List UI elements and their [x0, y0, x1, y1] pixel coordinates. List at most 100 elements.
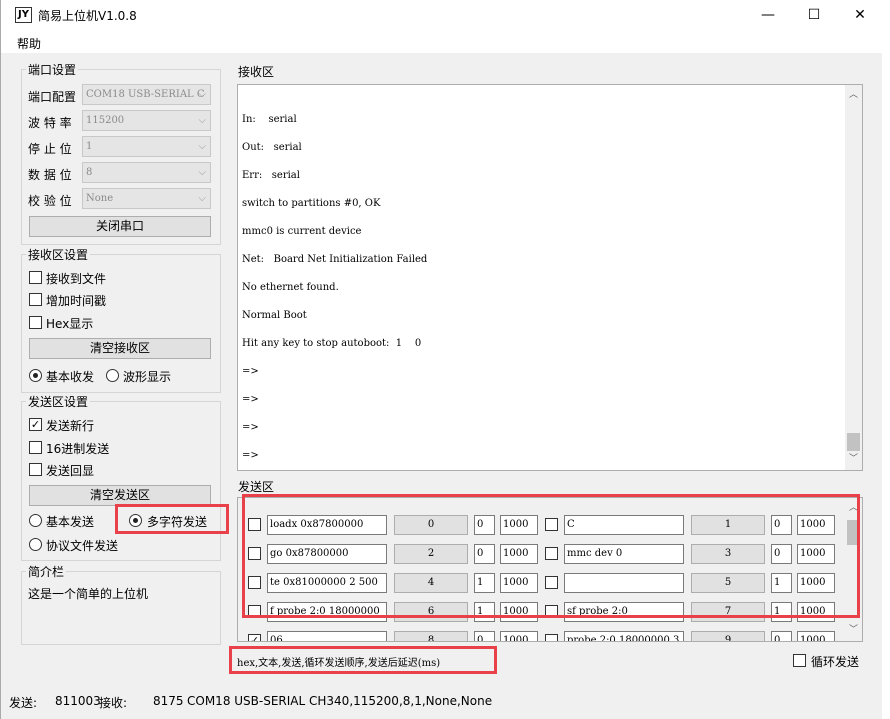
stop-bits-value: 1 [86, 141, 93, 152]
mode-basic-label: 基本收发 [46, 370, 95, 384]
baud-label: 波 特 率 [28, 116, 72, 130]
recv-line: => [242, 422, 259, 433]
highlight-send-rows [242, 494, 860, 618]
hex-send-label: 16进制发送 [46, 442, 110, 456]
recv-line: mmc0 is current device [242, 226, 362, 237]
status-bar: 发送: 811003 接收: 8175 COM18 USB-SERIAL CH3… [1, 689, 883, 719]
mode-wave-radio[interactable] [106, 369, 119, 382]
chevron-down-icon[interactable]: ﹀ [845, 451, 862, 468]
send-item-delay-input[interactable]: 1000 [797, 631, 835, 641]
add-timestamp-checkbox[interactable] [29, 293, 42, 306]
intro-text: 这是一个简单的上位机 [28, 587, 149, 601]
maximize-button[interactable]: ☐ [791, 0, 837, 31]
intro-title: 简介栏 [26, 563, 67, 580]
send-protocol-label: 协议文件发送 [46, 539, 119, 553]
recv-line: => [242, 450, 259, 461]
menu-help[interactable]: 帮助 [17, 35, 41, 52]
data-bits-select[interactable]: 8 ⌵ [82, 162, 211, 183]
mode-basic-radio[interactable] [29, 369, 42, 382]
close-port-button[interactable]: 关闭串口 [29, 216, 211, 237]
chevron-down-icon: ⌵ [198, 115, 206, 126]
send-settings-title: 发送区设置 [26, 393, 91, 410]
send-area-title: 发送区 [238, 480, 275, 494]
recv-to-file-checkbox[interactable] [29, 271, 42, 284]
minimize-button[interactable]: — [745, 0, 791, 31]
port-select-value: COM18 USB-SERIAL C [86, 89, 205, 100]
recv-line: => [242, 366, 259, 377]
highlight-legend [229, 646, 497, 674]
send-protocol-radio[interactable] [29, 538, 42, 551]
recv-textarea[interactable]: In: serial Out: serial Err: serial switch t… [237, 84, 863, 471]
hex-display-checkbox[interactable] [29, 316, 42, 329]
recv-line: No ethernet found. [242, 282, 339, 293]
recv-line: Hit any key to stop autoboot: 1 0 [242, 338, 422, 349]
window-title: 简易上位机V1.0.8 [38, 9, 137, 23]
recv-settings-title: 接收区设置 [26, 246, 91, 263]
send-item-checkbox[interactable] [545, 634, 558, 641]
sent-count: 811003 [55, 694, 101, 708]
recv-line: Normal Boot [242, 310, 307, 321]
chevron-down-icon: ⌵ [198, 141, 206, 152]
recv-scrollbar[interactable]: ︿ ﹀ [845, 85, 862, 470]
hex-send-checkbox[interactable] [29, 441, 42, 454]
hex-display-label: Hex显示 [46, 317, 94, 331]
mode-wave-label: 波形显示 [123, 370, 172, 384]
title-bar: JY 简易上位机V1.0.8 — ☐ ✕ [1, 0, 883, 31]
port-select[interactable]: COM18 USB-SERIAL C ⌵ [82, 84, 211, 105]
parity-value: None [86, 193, 114, 204]
recv-line: => [242, 394, 259, 405]
loop-send-checkbox[interactable] [793, 654, 806, 667]
send-item-delay-input[interactable]: 1000 [500, 631, 538, 641]
recv-label: 接收: [99, 696, 128, 710]
clear-send-button[interactable]: 清空发送区 [29, 485, 211, 506]
recv-line: Net: Board Net Initialization Failed [242, 254, 428, 265]
chevron-down-icon: ⌵ [198, 167, 206, 178]
chevron-up-icon[interactable]: ︿ [845, 87, 862, 104]
recv-area-title: 接收区 [238, 65, 275, 79]
send-item-hex-input[interactable]: 0 [771, 631, 792, 641]
chevron-down-icon: ⌵ [198, 193, 206, 204]
stop-bits-select[interactable]: 1 ⌵ [82, 136, 211, 157]
send-item-input[interactable]: 06 [267, 631, 387, 641]
recv-count: 8175 [153, 694, 184, 708]
recv-scroll-thumb[interactable] [847, 433, 860, 451]
send-newline-checkbox[interactable]: ✓ [29, 418, 42, 431]
stop-bits-label: 停 止 位 [28, 142, 72, 156]
parity-select[interactable]: None ⌵ [82, 188, 211, 209]
baud-select-value: 115200 [86, 115, 125, 126]
data-bits-value: 8 [86, 167, 93, 178]
data-bits-label: 数 据 位 [28, 168, 72, 182]
parity-label: 校 验 位 [28, 194, 72, 208]
clear-recv-button[interactable]: 清空接收区 [29, 338, 211, 359]
recv-line: switch to partitions #0, OK [242, 198, 381, 209]
send-item-input[interactable]: probe 2:0 18000000 3 [564, 631, 684, 641]
chevron-down-icon[interactable]: ﹀ [845, 622, 862, 639]
send-item-checkbox[interactable]: ✓ [248, 634, 261, 641]
close-button[interactable]: ✕ [837, 0, 883, 31]
app-logo-icon: JY [15, 7, 32, 23]
port-settings-title: 端口设置 [26, 61, 79, 78]
sent-label: 发送: [9, 696, 38, 710]
loop-send-label: 循环发送 [811, 655, 860, 669]
send-item-hex-input[interactable]: 0 [474, 631, 495, 641]
intro-group [21, 571, 221, 645]
add-timestamp-label: 增加时间戳 [46, 294, 107, 308]
send-basic-label: 基本发送 [46, 515, 95, 529]
send-echo-checkbox[interactable] [29, 463, 42, 476]
send-item-button[interactable]: 9 [691, 631, 765, 641]
port-info: COM18 USB-SERIAL CH340,115200,8,1,None,N… [187, 694, 493, 708]
background-window-edge [882, 0, 890, 719]
recv-line: In: serial [242, 114, 297, 125]
send-echo-label: 发送回显 [46, 464, 95, 478]
recv-line: Out: serial [242, 142, 302, 153]
port-label: 端口配置 [28, 90, 77, 104]
send-item-button[interactable]: 8 [394, 631, 468, 641]
menu-bar: 帮助 [1, 31, 883, 53]
highlight-multi-send [115, 504, 229, 534]
chevron-down-icon: ⌵ [198, 89, 206, 100]
send-basic-radio[interactable] [29, 514, 42, 527]
baud-select[interactable]: 115200 ⌵ [82, 110, 211, 131]
main-window: JY 简易上位机V1.0.8 — ☐ ✕ 帮助 端口设置 端口配置 COM18 … [0, 0, 883, 719]
recv-to-file-label: 接收到文件 [46, 272, 107, 286]
send-newline-label: 发送新行 [46, 419, 95, 433]
